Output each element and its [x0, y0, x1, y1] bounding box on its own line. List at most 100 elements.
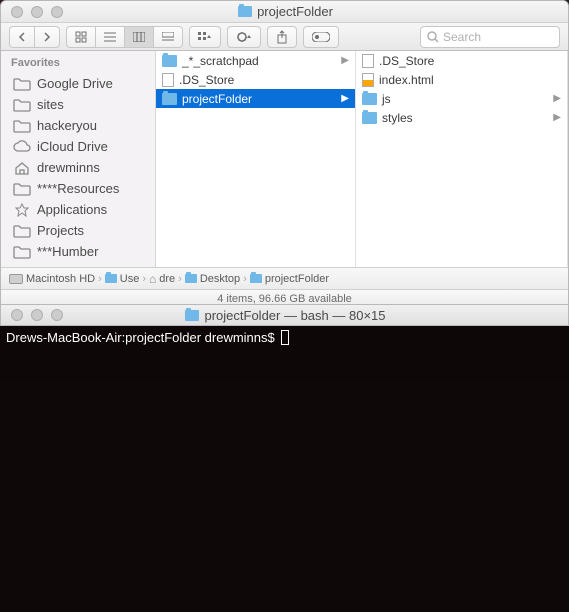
finder-toolbar: Search: [1, 23, 568, 51]
sidebar-item[interactable]: ***Humber: [1, 241, 155, 262]
sidebar: Favorites Google Drive sites hackeryou iClo…: [1, 51, 156, 267]
sidebar-item-label: Projects: [37, 223, 84, 238]
chevron-right-icon: ›: [98, 273, 102, 285]
folder-icon: [238, 6, 252, 17]
sidebar-item-label: hackeryou: [37, 118, 97, 133]
path-label: Use: [120, 273, 140, 285]
file-row[interactable]: js ▶: [356, 89, 567, 108]
folder-icon: [13, 182, 31, 196]
sidebar-item[interactable]: drewminns: [1, 157, 155, 178]
nav-buttons: [9, 26, 60, 48]
folder-icon: [162, 55, 177, 67]
coverflow-view-button[interactable]: [153, 26, 183, 48]
file-name: styles: [382, 111, 413, 125]
path-label: Macintosh HD: [26, 273, 95, 285]
share-button[interactable]: [267, 26, 297, 48]
close-button[interactable]: [11, 6, 23, 18]
close-button[interactable]: [11, 309, 23, 321]
folder-icon: [185, 274, 197, 283]
search-field[interactable]: Search: [420, 26, 560, 48]
sidebar-item-label: iCloud Drive: [37, 139, 108, 154]
column-view-button[interactable]: [124, 26, 153, 48]
folder-icon: [13, 119, 31, 133]
view-buttons: [66, 26, 183, 48]
file-row[interactable]: .DS_Store: [356, 51, 567, 70]
zoom-button[interactable]: [51, 309, 63, 321]
sidebar-item-label: Google Drive: [37, 76, 113, 91]
file-row[interactable]: .DS_Store: [156, 70, 355, 89]
chevron-right-icon: ›: [178, 273, 182, 285]
chevron-right-icon: ›: [243, 273, 247, 285]
chevron-right-icon: ›: [142, 273, 146, 285]
app-icon: [13, 203, 31, 217]
disk-icon: [9, 274, 23, 284]
search-icon: [427, 31, 439, 43]
chevron-right-icon: ▶: [341, 55, 349, 66]
sidebar-item[interactable]: sites: [1, 94, 155, 115]
column-1: _*_scratchpad ▶ .DS_Store projectFolder▶: [156, 51, 356, 267]
folder-icon: [13, 245, 31, 259]
chevron-right-icon: ▶: [553, 93, 561, 104]
terminal-body[interactable]: Drews-MacBook-Air:projectFolder drewminn…: [0, 326, 569, 612]
icon-view-button[interactable]: [66, 26, 95, 48]
html-file-icon: [362, 73, 374, 87]
sidebar-item[interactable]: Projects: [1, 220, 155, 241]
home-icon: ⌂: [149, 272, 156, 286]
sidebar-item[interactable]: ****Resources: [1, 178, 155, 199]
sidebar-item[interactable]: Applications: [1, 199, 155, 220]
chevron-right-icon: ▶: [341, 93, 349, 104]
terminal-title: projectFolder — bash — 80×15: [63, 308, 508, 323]
sidebar-item[interactable]: Google Drive: [1, 73, 155, 94]
arrange-button[interactable]: [189, 26, 221, 48]
sidebar-item[interactable]: iCloud Drive: [1, 136, 155, 157]
back-button[interactable]: [9, 26, 34, 48]
home-icon: [13, 161, 31, 175]
sidebar-item[interactable]: hackeryou: [1, 115, 155, 136]
path-component[interactable]: Use: [105, 273, 140, 285]
window-controls: [1, 6, 63, 18]
file-name: index.html: [379, 73, 434, 87]
file-row[interactable]: projectFolder▶: [156, 89, 355, 108]
path-component[interactable]: projectFolder: [250, 273, 329, 285]
file-name: _*_scratchpad: [182, 54, 259, 68]
minimize-button[interactable]: [31, 6, 43, 18]
folder-icon: [185, 310, 199, 321]
file-row[interactable]: index.html: [356, 70, 567, 89]
path-component[interactable]: ⌂dre: [149, 272, 175, 286]
path-label: Desktop: [200, 273, 240, 285]
file-name: js: [382, 92, 391, 106]
path-component[interactable]: Desktop: [185, 273, 240, 285]
column-view: _*_scratchpad▶.DS_StoreprojectFolder▶ .D…: [156, 51, 568, 267]
minimize-button[interactable]: [31, 309, 43, 321]
terminal-window-controls: [1, 309, 63, 321]
sidebar-header: Favorites: [1, 51, 155, 73]
folder-icon: [250, 274, 262, 283]
sidebar-item-label: ***Humber: [37, 244, 98, 259]
folder-icon: [362, 112, 377, 124]
list-view-button[interactable]: [95, 26, 124, 48]
action-button[interactable]: [227, 26, 261, 48]
file-name: .DS_Store: [179, 73, 234, 87]
sidebar-item-label: drewminns: [37, 160, 100, 175]
forward-button[interactable]: [34, 26, 60, 48]
cursor-icon: [281, 330, 289, 345]
folder-icon: [362, 93, 377, 105]
folder-icon: [105, 274, 117, 283]
window-title: projectFolder: [63, 4, 508, 19]
path-component[interactable]: Macintosh HD: [9, 273, 95, 285]
tags-button[interactable]: [303, 26, 339, 48]
file-row[interactable]: styles ▶: [356, 108, 567, 127]
terminal-window: projectFolder — bash — 80×15 Drews-MacBo…: [0, 304, 569, 612]
finder-window: projectFolder Search Favorites Google Dr…: [0, 0, 569, 304]
finder-titlebar[interactable]: projectFolder: [1, 1, 568, 23]
sidebar-item-label: Applications: [37, 202, 107, 217]
terminal-titlebar[interactable]: projectFolder — bash — 80×15: [0, 304, 569, 326]
chevron-right-icon: ▶: [553, 112, 561, 123]
sidebar-item-label: ****Resources: [37, 181, 119, 196]
folder-icon: [162, 93, 177, 105]
sidebar-item-label: sites: [37, 97, 64, 112]
folder-icon: [13, 98, 31, 112]
path-label: projectFolder: [265, 273, 329, 285]
zoom-button[interactable]: [51, 6, 63, 18]
file-row[interactable]: _*_scratchpad ▶: [156, 51, 355, 70]
